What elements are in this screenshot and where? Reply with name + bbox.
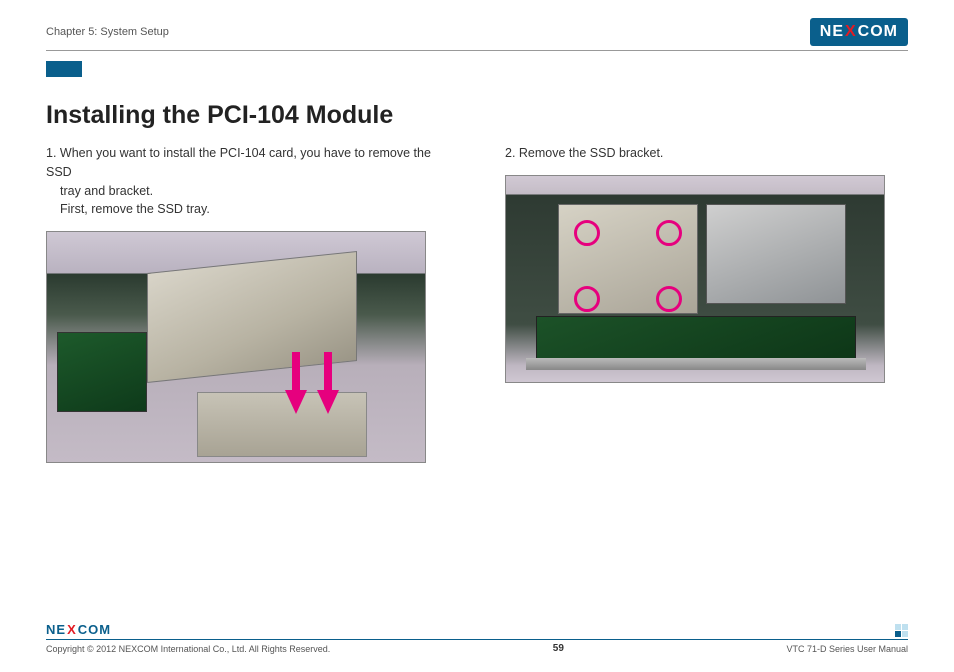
screw-marker-icon (574, 220, 600, 246)
figure-1-ssd-tray (197, 392, 367, 457)
step-1-line1: 1. When you want to install the PCI-104 … (46, 146, 431, 179)
figure-2 (505, 175, 885, 383)
step-1-line2: tray and bracket. (46, 182, 449, 201)
footer-ornament-icon (895, 624, 908, 637)
manual-name: VTC 71-D Series User Manual (786, 644, 908, 654)
screw-marker-icon (656, 220, 682, 246)
figure-2-chassis-front (526, 358, 866, 370)
step-1: 1. When you want to install the PCI-104 … (46, 144, 449, 219)
footer-logo: NEXCOM (46, 622, 111, 637)
column-left: 1. When you want to install the PCI-104 … (46, 144, 449, 463)
footer-rule (46, 639, 908, 640)
step-1-line3: First, remove the SSD tray. (46, 200, 449, 219)
footer-brand-right: COM (78, 622, 111, 637)
page-title: Installing the PCI-104 Module (46, 101, 908, 130)
brand-text-left: NE (820, 23, 844, 41)
screw-marker-icon (656, 286, 682, 312)
figure-1-pcb (57, 332, 147, 412)
arrow-down-icon (317, 352, 339, 414)
brand-text-x: X (845, 23, 857, 41)
page-header: Chapter 5: System Setup NEXCOM (46, 18, 908, 46)
figure-2-heatsink (706, 204, 846, 304)
brand-logo: NEXCOM (810, 18, 908, 46)
content-columns: 1. When you want to install the PCI-104 … (46, 144, 908, 463)
arrow-down-icon (285, 352, 307, 414)
figure-1 (46, 231, 426, 463)
column-right: 2. Remove the SSD bracket. (505, 144, 908, 463)
footer-brand-left: NE (46, 622, 66, 637)
footer-brand-x: X (67, 622, 77, 637)
page-number: 59 (553, 643, 564, 654)
brand-text-right: COM (858, 23, 898, 41)
page-footer: NEXCOM Copyright © 2012 NEXCOM Internati… (46, 622, 908, 654)
copyright-text: Copyright © 2012 NEXCOM International Co… (46, 644, 330, 654)
step-2: 2. Remove the SSD bracket. (505, 144, 908, 163)
figure-2-mainboard (536, 316, 856, 362)
section-tab (46, 61, 82, 77)
screw-marker-icon (574, 286, 600, 312)
header-rule (46, 50, 908, 51)
chapter-label: Chapter 5: System Setup (46, 26, 169, 38)
